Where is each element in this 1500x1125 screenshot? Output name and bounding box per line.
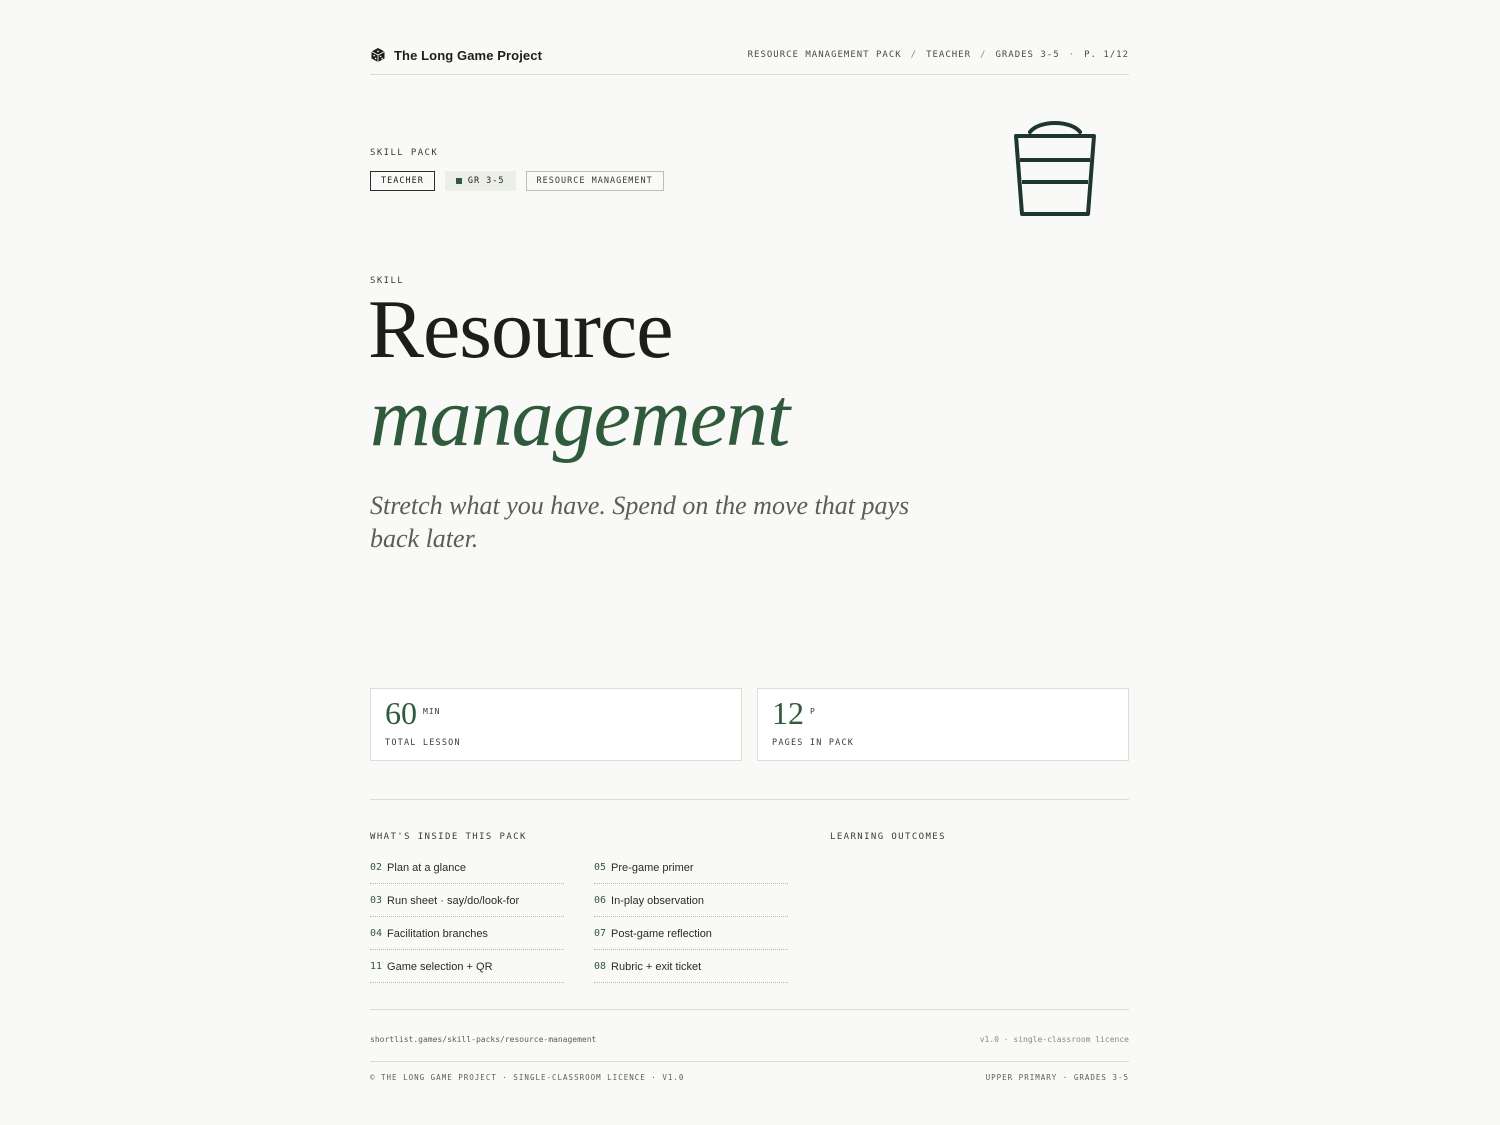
- divider: [370, 799, 1129, 800]
- outcomes-heading: LEARNING OUTCOMES: [830, 832, 946, 842]
- list-item[interactable]: 02 Plan at a glance: [370, 851, 564, 884]
- page-number: P. 1/12: [1084, 50, 1129, 60]
- stat-value: 12 P: [772, 695, 816, 732]
- footer-url[interactable]: shortlist.games/skill-packs/resource-man…: [370, 1035, 596, 1044]
- footer-copyright: © THE LONG GAME PROJECT · SINGLE-CLASSRO…: [370, 1073, 685, 1082]
- list-item[interactable]: 07 Post-game reflection: [594, 917, 788, 950]
- page-title-accent: management: [370, 371, 790, 464]
- stat-number: 12: [772, 695, 804, 731]
- stat-card-lesson: 60 MIN TOTAL LESSON: [370, 688, 742, 761]
- brand[interactable]: The Long Game Project: [370, 40, 542, 63]
- breadcrumb-audience[interactable]: TEACHER: [926, 50, 971, 60]
- eyebrow-skill-pack: SKILL PACK: [370, 148, 439, 158]
- stat-label: TOTAL LESSON: [385, 738, 461, 748]
- tag-grade-label: Gr 3-5: [467, 176, 505, 186]
- item-number: 06: [594, 895, 607, 906]
- subtitle: Stretch what you have. Spend on the move…: [370, 491, 910, 553]
- breadcrumb: RESOURCE MANAGEMENT PACK / TEACHER / GRA…: [748, 40, 1129, 60]
- item-number: 11: [370, 961, 383, 972]
- breadcrumb-pack[interactable]: RESOURCE MANAGEMENT PACK: [748, 50, 902, 60]
- footer-bottom: © THE LONG GAME PROJECT · SINGLE-CLASSRO…: [370, 1073, 1129, 1082]
- stat-card-pages: 12 P PAGES IN PACK: [757, 688, 1129, 761]
- item-label: Facilitation branches: [387, 927, 488, 940]
- item-number: 03: [370, 895, 383, 906]
- dice-icon: [371, 48, 385, 62]
- item-number: 04: [370, 928, 383, 939]
- tag-row: TEACHER Gr 3-5 RESOURCE MANAGEMENT: [370, 171, 664, 191]
- item-label: Plan at a glance: [387, 861, 466, 874]
- footer-meta: shortlist.games/skill-packs/resource-man…: [370, 1035, 1129, 1044]
- divider: [370, 1009, 1129, 1010]
- item-label: In-play observation: [611, 894, 704, 907]
- stat-value: 60 MIN: [385, 695, 440, 732]
- list-item[interactable]: 05 Pre-game primer: [594, 851, 788, 884]
- list-item[interactable]: 08 Rubric + exit ticket: [594, 950, 788, 983]
- breadcrumb-grades[interactable]: GRADES 3-5: [995, 50, 1059, 60]
- stat-number: 60: [385, 695, 417, 731]
- item-label: Post-game reflection: [611, 927, 712, 940]
- item-number: 05: [594, 862, 607, 873]
- list-item[interactable]: 04 Facilitation branches: [370, 917, 564, 950]
- header-bar: The Long Game Project RESOURCE MANAGEMEN…: [370, 40, 1129, 75]
- tag-grade: Gr 3-5: [444, 171, 516, 191]
- breadcrumb-separator: ·: [1068, 50, 1076, 60]
- list-item[interactable]: 11 Game selection + QR: [370, 950, 564, 983]
- item-label: Pre-game primer: [611, 861, 694, 874]
- item-label: Run sheet · say/do/look-for: [387, 894, 520, 907]
- divider: [370, 1061, 1129, 1062]
- page-title: Resource: [368, 283, 674, 376]
- bucket-icon: [1014, 121, 1096, 216]
- breadcrumb-separator: /: [980, 50, 987, 60]
- tag-topic: RESOURCE MANAGEMENT: [525, 171, 664, 191]
- item-label: Game selection + QR: [387, 960, 493, 973]
- item-number: 07: [594, 928, 607, 939]
- stat-unit: MIN: [423, 707, 441, 716]
- item-number: 08: [594, 961, 607, 972]
- page: The Long Game Project RESOURCE MANAGEMEN…: [0, 0, 1500, 1125]
- list-item[interactable]: 03 Run sheet · say/do/look-for: [370, 884, 564, 917]
- item-label: Rubric + exit ticket: [611, 960, 702, 973]
- footer-audience: UPPER PRIMARY · GRADES 3-5: [985, 1073, 1129, 1082]
- tag-audience: TEACHER: [370, 171, 435, 191]
- contents-list: 02 Plan at a glance 05 Pre-game primer 03 R…: [370, 851, 788, 983]
- stat-label: PAGES IN PACK: [772, 738, 855, 748]
- contents-heading: WHAT'S INSIDE THIS PACK: [370, 832, 527, 842]
- brand-name: The Long Game Project: [394, 47, 543, 63]
- item-number: 02: [370, 862, 383, 873]
- list-item[interactable]: 06 In-play observation: [594, 884, 788, 917]
- stat-unit: P: [810, 707, 816, 716]
- footer-version: v1.0 · single-classroom licence: [979, 1035, 1129, 1044]
- grade-dot: [455, 178, 462, 184]
- breadcrumb-separator: /: [910, 50, 918, 60]
